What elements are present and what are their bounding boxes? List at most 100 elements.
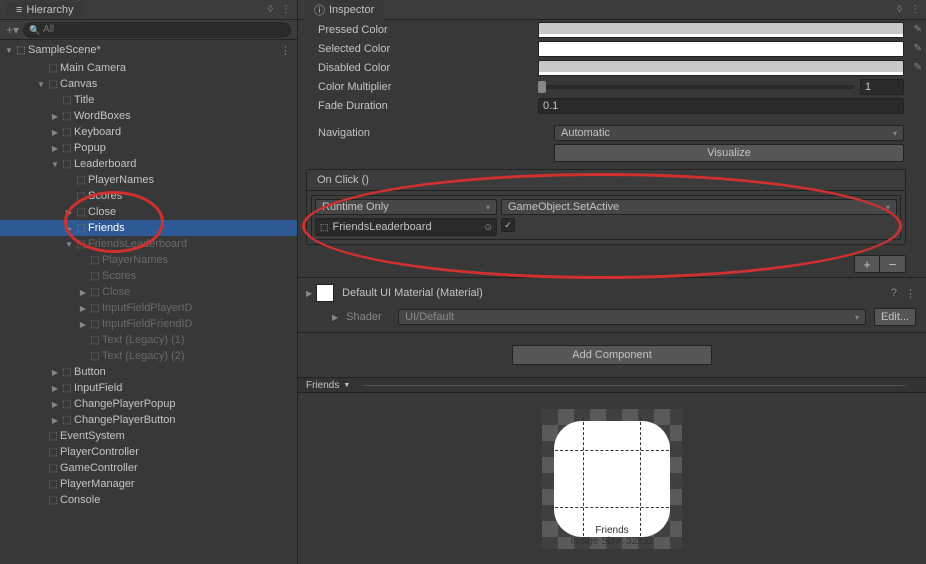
expand-arrow-icon[interactable]: ▶ — [306, 289, 312, 298]
eyedropper-icon[interactable]: ✎ — [914, 24, 922, 35]
onclick-section: On Click () Runtime Only ⬚ FriendsLeader… — [306, 169, 906, 245]
gameobject-icon: ⬚ — [60, 415, 74, 426]
create-button[interactable]: +▾ — [6, 23, 19, 37]
expand-arrow-icon[interactable] — [64, 208, 74, 217]
tree-item-scores2[interactable]: ⬚Scores — [0, 268, 297, 284]
gameobject-icon: ⬚ — [88, 303, 102, 314]
hierarchy-search-input[interactable] — [23, 22, 291, 38]
eyedropper-icon[interactable]: ✎ — [914, 43, 922, 54]
tree-item-input-field[interactable]: ⬚InputField — [0, 380, 297, 396]
add-component-button[interactable]: Add Component — [512, 345, 712, 365]
expand-arrow-icon[interactable] — [50, 112, 60, 121]
color-multiplier-input[interactable] — [860, 79, 904, 95]
function-dropdown[interactable]: GameObject.SetActive — [501, 199, 897, 215]
tree-item-input-friend-id[interactable]: ⬚InputFieldFriendID — [0, 316, 297, 332]
expand-arrow-icon[interactable] — [36, 80, 46, 89]
color-field-selected[interactable] — [538, 41, 904, 57]
remove-event-button[interactable]: − — [880, 255, 906, 273]
tree-item-friends-leaderboard[interactable]: ⬚FriendsLeaderboard — [0, 236, 297, 252]
help-icon[interactable]: ? — [891, 287, 897, 300]
tree-item-event-system[interactable]: ⬚EventSystem — [0, 428, 297, 444]
expand-arrow-icon[interactable] — [50, 128, 60, 137]
tree-item-friends[interactable]: ⬚Friends — [0, 220, 297, 236]
navigation-dropdown[interactable]: Automatic — [554, 125, 904, 141]
gameobject-icon: ⬚ — [46, 463, 60, 474]
gameobject-icon: ⬚ — [46, 79, 60, 90]
tree-item-playernames2[interactable]: ⬚PlayerNames — [0, 252, 297, 268]
tree-item-input-player-id[interactable]: ⬚InputFieldPlayerID — [0, 300, 297, 316]
color-field-pressed[interactable] — [538, 22, 904, 38]
add-event-button[interactable]: + — [854, 255, 880, 273]
tree-item-title[interactable]: ⬚Title — [0, 92, 297, 108]
shader-dropdown[interactable]: UI/Default — [398, 309, 866, 325]
eyedropper-icon[interactable]: ✎ — [914, 62, 922, 73]
tree-item-canvas[interactable]: ⬚Canvas — [0, 76, 297, 92]
expand-arrow-icon[interactable] — [78, 304, 88, 313]
inspector-header-icons: ◊ ⋮ — [897, 4, 920, 15]
expand-arrow-icon[interactable] — [4, 46, 14, 55]
gameobject-icon: ⬚ — [88, 271, 102, 282]
tree-item-keyboard[interactable]: ⬚Keyboard — [0, 124, 297, 140]
context-menu-icon[interactable]: ⋮ — [910, 4, 920, 15]
prop-color-multiplier: Color Multiplier — [298, 77, 926, 96]
tree-item-close[interactable]: ⬚Close — [0, 204, 297, 220]
prop-disabled-color: Disabled Color ✎ — [298, 58, 926, 77]
material-header[interactable]: ▶ Default UI Material (Material) ? ⋮ — [298, 277, 926, 306]
expand-arrow-icon[interactable] — [50, 416, 60, 425]
expand-arrow-icon[interactable] — [50, 384, 60, 393]
gameobject-icon: ⬚ — [60, 159, 74, 170]
hierarchy-tab[interactable]: ≡ Hierarchy — [6, 2, 84, 18]
gameobject-icon: ⬚ — [88, 351, 102, 362]
tree-item-leaderboard[interactable]: ⬚Leaderboard — [0, 156, 297, 172]
preview-tab[interactable]: Friends▼ — [306, 380, 350, 391]
tree-item-player-controller[interactable]: ⬚PlayerController — [0, 444, 297, 460]
lock-icon[interactable]: ◊ — [268, 4, 273, 15]
tree-item-game-controller[interactable]: ⬚GameController — [0, 460, 297, 476]
scene-header[interactable]: ⬚ SampleScene* ⋮ — [0, 42, 297, 58]
edit-shader-button[interactable]: Edit... — [874, 308, 916, 326]
fade-duration-input[interactable] — [538, 98, 904, 114]
expand-arrow-icon[interactable] — [78, 288, 88, 297]
expand-arrow-icon[interactable] — [64, 240, 74, 249]
tree-item-playernames[interactable]: ⬚PlayerNames — [0, 172, 297, 188]
tree-item-close2[interactable]: ⬚Close — [0, 284, 297, 300]
search-wrap: 🔍 — [23, 22, 291, 38]
expand-arrow-icon[interactable] — [50, 144, 60, 153]
visualize-button[interactable]: Visualize — [554, 144, 904, 162]
shader-label: Shader — [346, 311, 390, 323]
inspector-body: Pressed Color ✎ Selected Color ✎ Disable… — [298, 20, 926, 564]
tree-item-text-legacy-1[interactable]: ⬚Text (Legacy) (1) — [0, 332, 297, 348]
prop-selected-color: Selected Color ✎ — [298, 39, 926, 58]
tree-item-text-legacy-2[interactable]: ⬚Text (Legacy) (2) — [0, 348, 297, 364]
tree-item-player-manager[interactable]: ⬚PlayerManager — [0, 476, 297, 492]
expand-arrow-icon[interactable] — [50, 160, 60, 169]
tree-item-button[interactable]: ⬚Button — [0, 364, 297, 380]
object-picker-icon[interactable]: ⊙ — [484, 222, 492, 233]
expand-arrow-icon[interactable] — [78, 320, 88, 329]
list-icon: ≡ — [16, 4, 22, 16]
runtime-dropdown[interactable]: Runtime Only — [315, 199, 497, 215]
tree-item-main-camera[interactable]: ⬚Main Camera — [0, 60, 297, 76]
tree-item-console[interactable]: ⬚Console — [0, 492, 297, 508]
gameobject-icon: ⬚ — [60, 111, 74, 122]
expand-arrow-icon[interactable]: ▶ — [332, 313, 338, 322]
context-menu-icon[interactable]: ⋮ — [905, 287, 916, 300]
gameobject-icon: ⬚ — [74, 239, 88, 250]
scene-menu-icon[interactable]: ⋮ — [280, 44, 291, 57]
expand-arrow-icon[interactable] — [50, 400, 60, 409]
inspector-tab[interactable]: ⓘ Inspector — [304, 0, 384, 20]
expand-arrow-icon[interactable] — [64, 224, 74, 233]
color-multiplier-slider[interactable] — [538, 85, 854, 89]
tree-item-change-player-popup[interactable]: ⬚ChangePlayerPopup — [0, 396, 297, 412]
prop-pressed-color: Pressed Color ✎ — [298, 20, 926, 39]
target-object-field[interactable]: ⬚ FriendsLeaderboard ⊙ — [315, 218, 497, 236]
lock-icon[interactable]: ◊ — [897, 4, 902, 15]
tree-item-scores[interactable]: ⬚Scores — [0, 188, 297, 204]
tree-item-change-player-button[interactable]: ⬚ChangePlayerButton — [0, 412, 297, 428]
expand-arrow-icon[interactable] — [50, 368, 60, 377]
bool-argument-checkbox[interactable]: ✓ — [501, 218, 515, 232]
gameobject-icon: ⬚ — [74, 207, 88, 218]
tree-item-popup[interactable]: ⬚Popup — [0, 140, 297, 156]
context-menu-icon[interactable]: ⋮ — [281, 4, 291, 15]
tree-item-wordboxes[interactable]: ⬚WordBoxes — [0, 108, 297, 124]
